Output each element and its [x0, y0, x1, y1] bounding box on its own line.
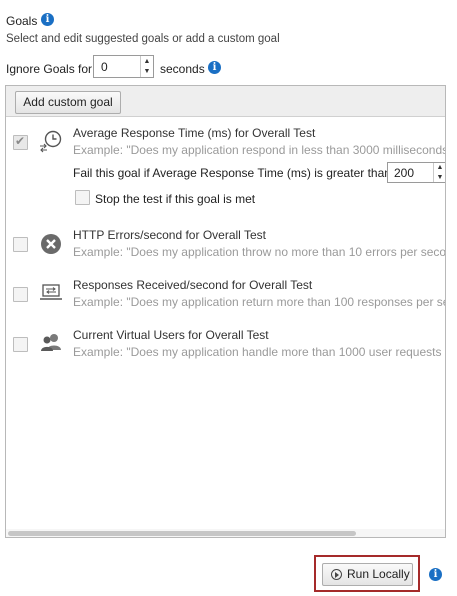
goal-checkbox[interactable]: [13, 337, 28, 352]
goal-title: Current Virtual Users for Overall Test: [73, 328, 269, 342]
run-locally-button[interactable]: Run Locally: [322, 563, 413, 586]
goal-checkbox[interactable]: [13, 237, 28, 252]
goal-title: Responses Received/second for Overall Te…: [73, 278, 313, 292]
info-icon[interactable]: i: [429, 568, 442, 581]
goal-example: Example: "Does my application respond in…: [73, 143, 446, 157]
goals-panel: Add custom goal ✔ Average Response Time …: [5, 85, 446, 538]
goal-row: Current Virtual Users for Overall Test E…: [6, 326, 445, 376]
goal-title: Average Response Time (ms) for Overall T…: [73, 126, 316, 140]
threshold-label: Fail this goal if Average Response Time …: [73, 166, 391, 180]
play-icon: [331, 569, 342, 580]
goal-row: Responses Received/second for Overall Te…: [6, 276, 445, 326]
check-icon: ✔: [15, 134, 26, 148]
scrollbar-thumb[interactable]: [8, 531, 356, 536]
goal-row: HTTP Errors/second for Overall Test Exam…: [6, 226, 445, 276]
stop-test-checkbox[interactable]: [75, 190, 90, 205]
goal-example: Example: "Does my application return mor…: [73, 295, 446, 309]
goal-checkbox[interactable]: [13, 287, 28, 302]
run-locally-label: Run Locally: [347, 567, 410, 581]
ignore-goals-label: Ignore Goals for: [6, 62, 93, 76]
clock-arrows-icon: [40, 130, 62, 153]
spin-up-icon[interactable]: ▲: [434, 163, 445, 173]
ignore-seconds-value[interactable]: 0: [101, 60, 108, 74]
laptop-arrows-icon: [40, 284, 62, 300]
spinner-buttons: ▲ ▼: [140, 56, 153, 77]
goals-heading: Goals: [6, 14, 38, 28]
threshold-spinner[interactable]: 200 ▲ ▼: [387, 162, 445, 183]
error-x-icon: [41, 234, 61, 254]
info-icon[interactable]: i: [41, 13, 54, 26]
goals-subtitle: Select and edit suggested goals or add a…: [6, 33, 280, 45]
users-icon: [41, 334, 61, 351]
goals-toolbar: Add custom goal: [6, 86, 445, 117]
goal-example: Example: "Does my application throw no m…: [73, 245, 446, 259]
spinner-buttons: ▲ ▼: [433, 163, 445, 183]
horizontal-scrollbar[interactable]: [6, 529, 445, 537]
seconds-label: seconds: [160, 62, 205, 76]
goal-title: HTTP Errors/second for Overall Test: [73, 228, 266, 242]
spin-down-icon[interactable]: ▼: [141, 67, 153, 78]
add-custom-goal-button[interactable]: Add custom goal: [15, 91, 121, 114]
stop-test-label: Stop the test if this goal is met: [95, 192, 256, 206]
goal-example: Example: "Does my application handle mor…: [73, 345, 446, 359]
info-icon[interactable]: i: [208, 61, 221, 74]
spin-down-icon[interactable]: ▼: [434, 173, 445, 183]
ignore-seconds-spinner[interactable]: 0 ▲ ▼: [93, 55, 154, 78]
spin-up-icon[interactable]: ▲: [141, 56, 153, 67]
threshold-value[interactable]: 200: [394, 166, 414, 180]
goal-checkbox[interactable]: ✔: [13, 134, 28, 150]
